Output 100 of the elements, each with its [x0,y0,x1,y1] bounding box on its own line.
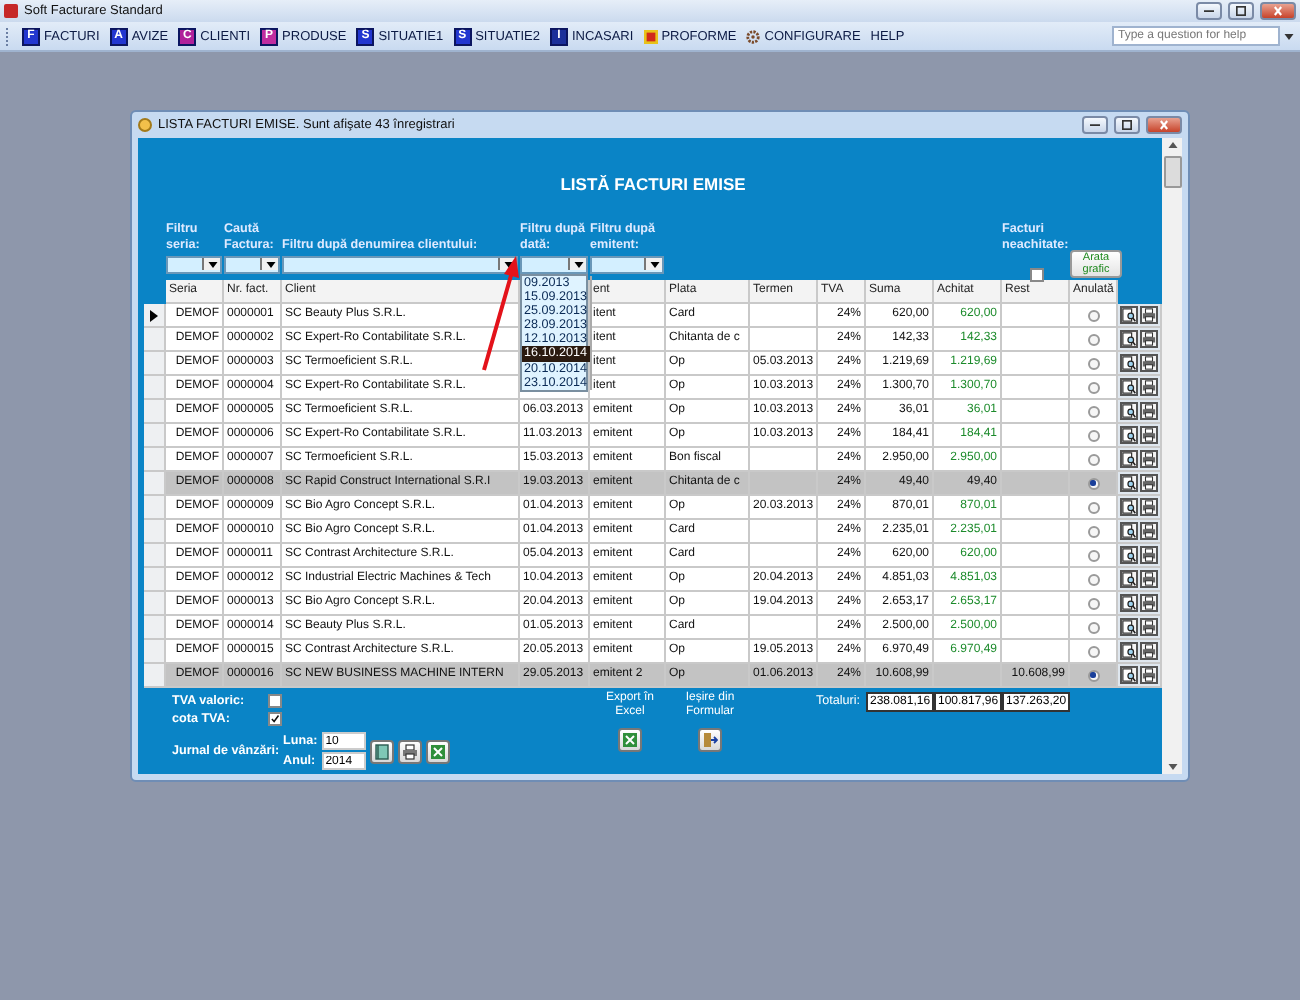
print-button[interactable] [397,739,422,763]
document-magnifier-icon [1122,452,1136,466]
checkbox[interactable] [1029,268,1043,282]
document-magnifier-icon [1122,332,1136,346]
close-icon [1160,120,1168,130]
radio-button[interactable] [1087,621,1099,633]
radio-button[interactable] [1087,549,1099,561]
minimize-button[interactable] [1196,2,1222,20]
page-heading: LISTĂ FACTURI EMISE [558,174,748,194]
preview-button[interactable] [1120,666,1138,684]
document-magnifier-icon [1122,548,1136,562]
export-excel-button[interactable] [618,728,642,752]
print-button[interactable] [1140,546,1158,564]
filter-dropdown[interactable] [520,256,588,274]
preview-button[interactable] [1120,642,1138,660]
document-magnifier-icon [1122,428,1136,442]
maximize-icon [1122,120,1132,130]
print-button[interactable] [1140,450,1158,468]
print-button[interactable] [1140,378,1158,396]
radio-button[interactable] [1087,405,1099,417]
radio-button[interactable] [1087,333,1099,345]
checkbox[interactable] [268,712,282,727]
radio-button[interactable] [1087,357,1099,369]
radio-button[interactable] [1087,453,1099,465]
print-button[interactable] [1140,426,1158,444]
close-icon [1274,6,1282,16]
radio-button[interactable] [1087,381,1099,393]
window-icon [138,118,152,132]
document-magnifier-icon [1122,644,1136,658]
print-button[interactable] [1140,354,1158,372]
preview-button[interactable] [1120,330,1138,348]
print-button[interactable] [1140,474,1158,492]
dropdown-button[interactable] [202,258,220,270]
radio-button[interactable] [1087,669,1099,681]
filter-dropdown[interactable] [166,256,222,274]
printer-icon [401,743,418,759]
print-button[interactable] [1140,594,1158,612]
preview-button[interactable] [1120,402,1138,420]
print-button[interactable] [1140,618,1158,636]
notebook-icon [373,743,390,759]
preview-button[interactable] [1120,354,1138,372]
print-button[interactable] [1140,330,1158,348]
app-icon [4,4,18,18]
maximize-icon [1236,6,1246,16]
document-magnifier-icon [1122,308,1136,322]
journal-button[interactable] [369,739,394,763]
radio-button[interactable] [1087,597,1099,609]
document-magnifier-icon [1122,620,1136,634]
preview-button[interactable] [1120,306,1138,324]
print-button[interactable] [1140,522,1158,540]
scrollbar[interactable] [1162,138,1182,774]
maximize-button[interactable] [1114,116,1140,134]
spreadsheet-icon [429,743,446,759]
row-selector[interactable] [144,304,166,328]
print-button[interactable] [1140,498,1158,516]
checkbox[interactable] [268,693,282,708]
dropdown-button[interactable] [644,258,662,270]
dropdown-arrow-icon[interactable] [1284,33,1294,39]
print-button[interactable] [1140,666,1158,684]
dropdown-button[interactable] [568,258,586,270]
close-button[interactable] [1260,2,1296,20]
scroll-up-icon[interactable] [1167,142,1177,148]
preview-button[interactable] [1120,474,1138,492]
close-button[interactable] [1146,116,1182,134]
excel-button[interactable] [425,739,450,763]
preview-button[interactable] [1120,426,1138,444]
scroll-down-icon[interactable] [1167,764,1177,770]
radio-button[interactable] [1087,645,1099,657]
document-magnifier-icon [1122,380,1136,394]
radio-button[interactable] [1087,477,1099,489]
spreadsheet-icon [622,732,638,748]
print-button[interactable] [1140,642,1158,660]
minimize-icon [1090,123,1100,127]
radio-button[interactable] [1087,429,1099,441]
maximize-button[interactable] [1228,2,1254,20]
radio-button[interactable] [1087,309,1099,321]
exit-button[interactable] [698,728,722,752]
preview-button[interactable] [1120,450,1138,468]
preview-button[interactable] [1120,522,1138,540]
preview-button[interactable] [1120,546,1138,564]
preview-button[interactable] [1120,618,1138,636]
minimize-button[interactable] [1082,116,1108,134]
arrow [480,256,520,372]
preview-button[interactable] [1120,378,1138,396]
print-button[interactable] [1140,570,1158,588]
document-magnifier-icon [1122,404,1136,418]
minimize-icon [1204,9,1214,13]
document-magnifier-icon [1122,500,1136,514]
radio-button[interactable] [1087,525,1099,537]
dropdown-button[interactable] [260,258,278,270]
radio-button[interactable] [1087,573,1099,585]
document-magnifier-icon [1122,668,1136,682]
preview-button[interactable] [1120,570,1138,588]
print-button[interactable] [1140,306,1158,324]
preview-button[interactable] [1120,594,1138,612]
scroll-thumb[interactable] [1163,156,1181,188]
preview-button[interactable] [1120,498,1138,516]
filter-dropdown[interactable] [224,256,280,274]
print-button[interactable] [1140,402,1158,420]
radio-button[interactable] [1087,501,1099,513]
